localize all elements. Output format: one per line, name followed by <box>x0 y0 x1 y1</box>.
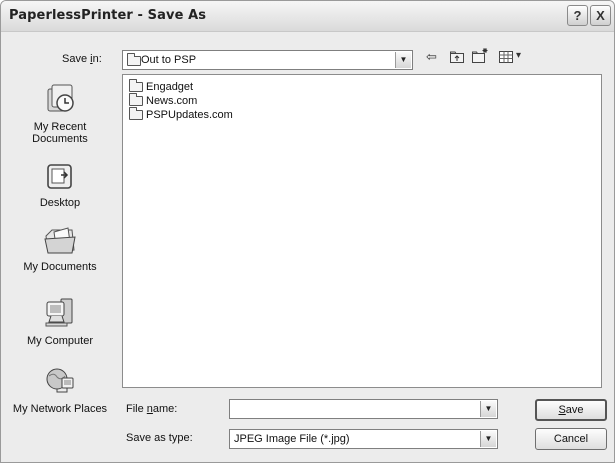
desktop-icon <box>9 162 111 195</box>
my-computer-icon <box>9 296 111 333</box>
folder-icon <box>129 79 143 93</box>
up-folder-icon[interactable] <box>449 49 465 68</box>
save-in-value: Out to PSP <box>141 54 197 66</box>
window-title: PaperlessPrinter - Save As <box>9 8 207 23</box>
help-button[interactable]: ? <box>567 5 588 26</box>
save-as-type-value: JPEG Image File (*.jpg) <box>234 433 350 445</box>
place-my-documents[interactable]: My Documents <box>9 224 111 273</box>
back-icon[interactable]: ⇦ <box>426 49 437 65</box>
views-dropdown-icon[interactable]: ▾ <box>516 50 521 61</box>
places-bar: My Recent Documents Desktop My Documents… <box>9 76 111 456</box>
file-list[interactable]: Engadget News.com PSPUpdates.com <box>122 74 602 388</box>
save-in-label: Save in: <box>62 53 102 65</box>
folder-icon <box>129 93 143 107</box>
place-my-network-places[interactable]: My Network Places <box>9 366 111 415</box>
list-item[interactable]: News.com <box>129 93 197 107</box>
save-as-dialog: PaperlessPrinter - Save As ? X Save in: … <box>0 0 615 463</box>
file-name-label: File name: <box>126 403 178 415</box>
folder-icon <box>127 53 141 66</box>
place-my-computer[interactable]: My Computer <box>9 296 111 347</box>
network-places-icon <box>9 366 111 401</box>
place-desktop[interactable]: Desktop <box>9 162 111 209</box>
chevron-down-icon[interactable]: ▼ <box>480 431 496 447</box>
list-item[interactable]: PSPUpdates.com <box>129 107 233 121</box>
views-menu-icon[interactable] <box>498 49 514 68</box>
chevron-down-icon[interactable]: ▼ <box>480 401 496 417</box>
list-item[interactable]: Engadget <box>129 79 193 93</box>
save-as-type-dropdown[interactable]: JPEG Image File (*.jpg) ▼ <box>229 429 498 449</box>
title-bar[interactable]: PaperlessPrinter - Save As ? X <box>1 1 614 32</box>
folder-icon <box>129 107 143 121</box>
close-button[interactable]: X <box>590 5 611 26</box>
my-documents-icon <box>9 224 111 259</box>
chevron-down-icon[interactable]: ▼ <box>395 52 411 68</box>
file-name-field[interactable]: ▼ <box>229 399 498 419</box>
place-my-recent-documents[interactable]: My Recent Documents <box>9 82 111 145</box>
new-folder-icon[interactable] <box>471 47 489 68</box>
save-as-type-label: Save as type: <box>126 432 193 444</box>
save-in-dropdown[interactable]: Out to PSP ▼ <box>122 50 413 70</box>
recent-documents-icon <box>9 82 111 119</box>
save-button[interactable]: Save <box>535 399 607 421</box>
cancel-button[interactable]: Cancel <box>535 428 607 450</box>
